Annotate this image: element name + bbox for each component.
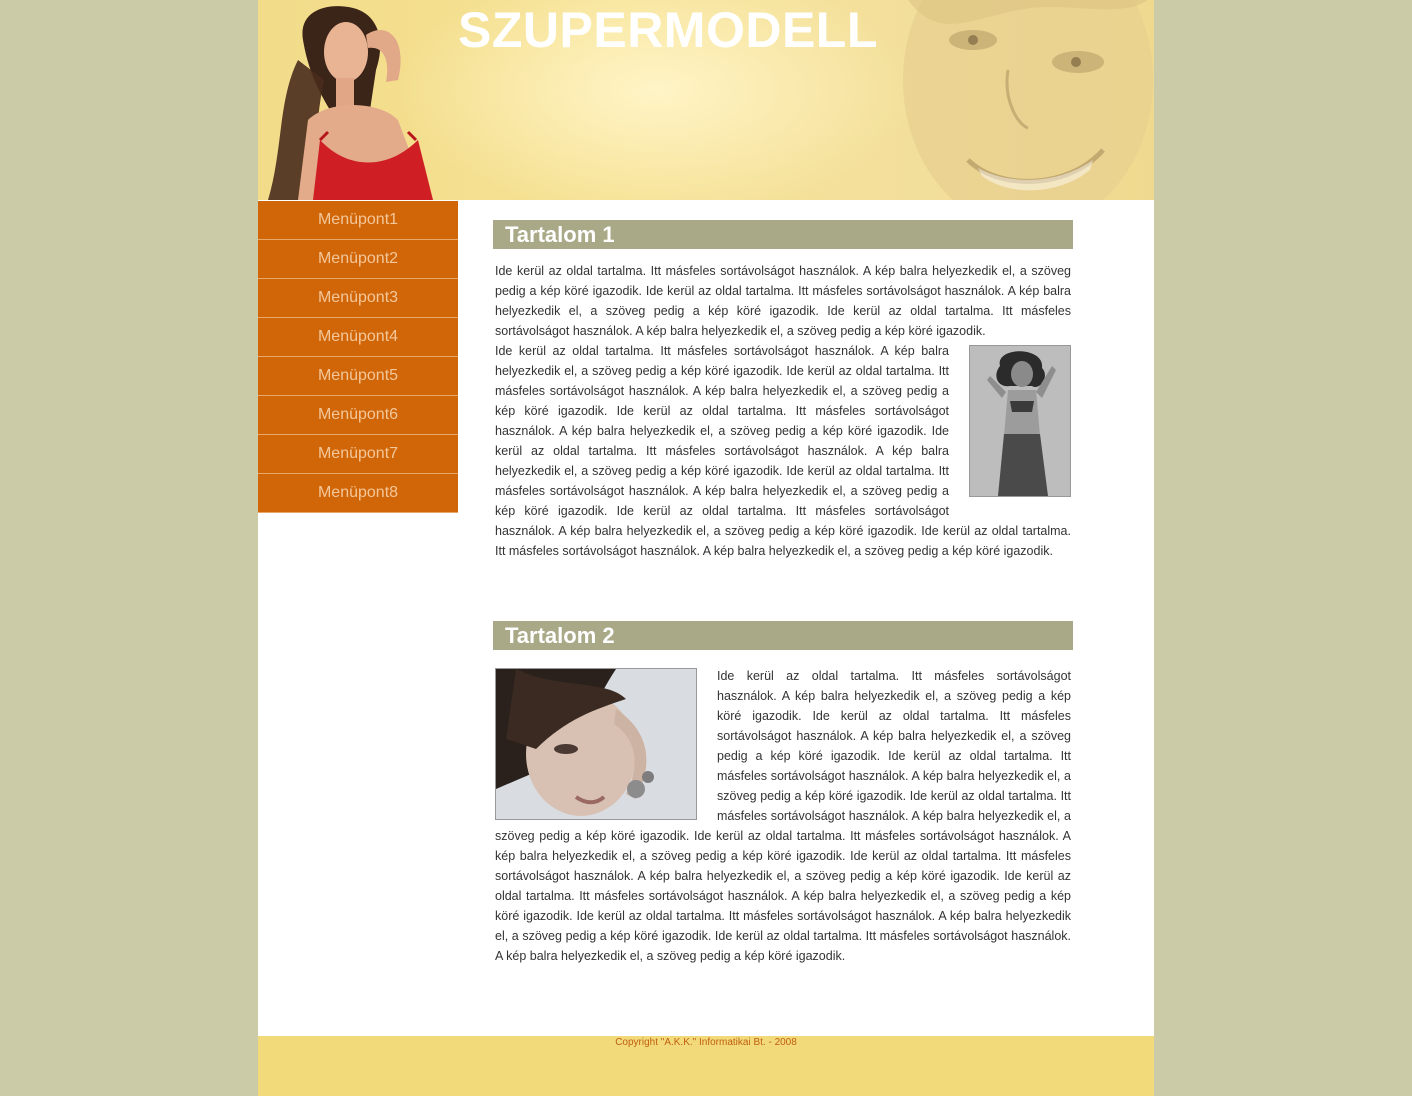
section-2-photo xyxy=(495,668,697,820)
section-1-wrap-block: Ide kerül az oldal tartalma. Itt másfele… xyxy=(495,341,1071,561)
main-menu: Menüpont1 Menüpont2 Menüpont3 Menüpont4 … xyxy=(258,201,458,513)
site-title: SZUPERMODELL xyxy=(458,2,878,58)
section-2-wrap-block: Ide kerül az oldal tartalma. Itt másfele… xyxy=(495,666,1071,966)
content-section-1: Tartalom 1 Ide kerül az oldal tartalma. … xyxy=(493,220,1073,561)
main-content: Tartalom 1 Ide kerül az oldal tartalma. … xyxy=(493,220,1073,966)
menu-item-7[interactable]: Menüpont7 xyxy=(258,435,458,474)
menu-item-4[interactable]: Menüpont4 xyxy=(258,318,458,357)
header-banner: SZUPERMODELL xyxy=(258,0,1154,200)
section-1-heading: Tartalom 1 xyxy=(493,220,1073,249)
model-photo-portrait-image xyxy=(495,668,697,820)
menu-item-3[interactable]: Menüpont3 xyxy=(258,279,458,318)
menu-item-6[interactable]: Menüpont6 xyxy=(258,396,458,435)
menu-item-8[interactable]: Menüpont8 xyxy=(258,474,458,513)
content-section-2: Tartalom 2 Ide kerül az oldal tartalma. … xyxy=(493,621,1073,966)
menu-item-1[interactable]: Menüpont1 xyxy=(258,201,458,240)
section-1-intro-text: Ide kerül az oldal tartalma. Itt másfele… xyxy=(495,264,1071,338)
model-photo-bikini-image xyxy=(969,345,1071,497)
section-2-heading: Tartalom 2 xyxy=(493,621,1073,650)
copyright-text: Copyright "A.K.K." Informatikai Bt. - 20… xyxy=(615,1037,797,1048)
menu-item-2[interactable]: Menüpont2 xyxy=(258,240,458,279)
header-model-right-image xyxy=(903,0,1153,200)
page-container: SZUPERMODELL Menüpont1 Menüpont2 Menüpon… xyxy=(258,0,1154,1096)
menu-item-5[interactable]: Menüpont5 xyxy=(258,357,458,396)
section-1-photo xyxy=(969,345,1071,497)
footer: Copyright "A.K.K." Informatikai Bt. - 20… xyxy=(258,1036,1154,1096)
